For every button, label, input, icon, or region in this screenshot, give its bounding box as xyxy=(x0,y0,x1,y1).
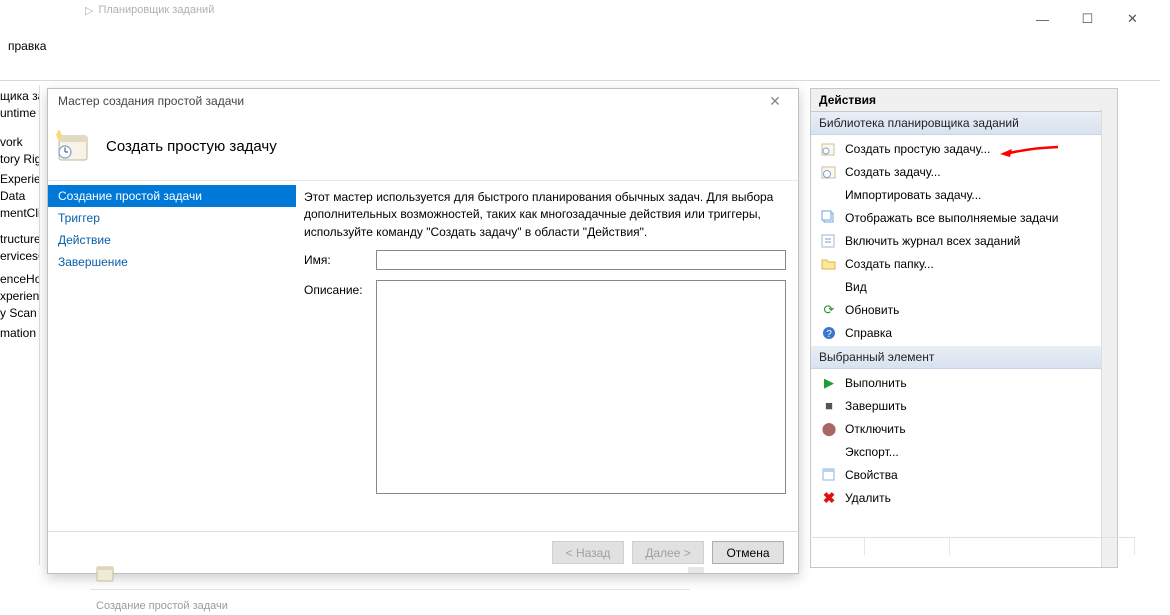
actions-panel: Действия Библиотека планировщика заданий… xyxy=(810,88,1118,568)
next-button[interactable]: Далее > xyxy=(632,541,704,564)
cancel-button[interactable]: Отмена xyxy=(712,541,784,564)
blank-icon xyxy=(821,279,837,295)
wizard-body: Создание простой задачи Триггер Действие… xyxy=(48,181,798,531)
tree-row[interactable]: Experienc xyxy=(0,170,39,187)
scrollbar[interactable] xyxy=(688,567,704,573)
task-icon xyxy=(821,164,837,180)
action-disable[interactable]: ⬤ Отключить xyxy=(811,417,1117,440)
action-create-task[interactable]: Создать задачу... xyxy=(811,160,1117,183)
app-tab: ▷ Планировщик заданий xyxy=(85,0,214,20)
back-button: < Назад xyxy=(552,541,624,564)
close-button[interactable]: ✕ xyxy=(1110,5,1155,33)
tree-row[interactable]: mation xyxy=(0,324,39,341)
tree-row[interactable]: tructure\ xyxy=(0,230,39,247)
wizard-footer: < Назад Далее > Отмена xyxy=(48,531,798,573)
tree-row[interactable]: vork xyxy=(0,133,39,150)
wizard-step-create[interactable]: Создание простой задачи xyxy=(48,185,296,207)
tree-row[interactable]: ervicesCl xyxy=(0,247,39,264)
folder-icon xyxy=(821,256,837,272)
action-view[interactable]: Вид ▶ xyxy=(811,275,1117,298)
menu-bar: правка xyxy=(0,35,1170,57)
task-icon xyxy=(96,565,114,583)
name-row: Имя: xyxy=(304,250,786,270)
description-input[interactable] xyxy=(376,280,786,494)
wizard-content: Этот мастер используется для быстрого пл… xyxy=(296,181,798,531)
action-delete[interactable]: ✖ Удалить xyxy=(811,486,1117,509)
blank-icon xyxy=(821,187,837,203)
action-help[interactable]: ? Справка xyxy=(811,321,1117,344)
tree-row[interactable]: enceHos xyxy=(0,270,39,287)
help-icon: ? xyxy=(821,325,837,341)
wizard-nav: Создание простой задачи Триггер Действие… xyxy=(48,181,296,531)
window-controls: — ☐ ✕ xyxy=(1020,5,1155,33)
actions-group-selected[interactable]: Выбранный элемент ▲ xyxy=(811,346,1117,369)
task-basic-icon xyxy=(821,141,837,157)
blank-icon xyxy=(821,444,837,460)
menu-help[interactable]: правка xyxy=(0,36,54,56)
wizard-step-trigger[interactable]: Триггер xyxy=(48,207,296,229)
disable-icon: ⬤ xyxy=(821,421,837,437)
stop-icon: ■ xyxy=(821,398,837,414)
description-row: Описание: xyxy=(304,280,786,494)
tree-row[interactable]: щика за xyxy=(0,87,39,104)
wizard-step-action[interactable]: Действие xyxy=(48,229,296,251)
tree-row[interactable]: mentCli xyxy=(0,204,39,221)
tree-row[interactable]: y Scan xyxy=(0,304,39,321)
play-icon: ▶ xyxy=(821,375,837,391)
wizard-step-finish[interactable]: Завершение xyxy=(48,251,296,273)
action-run[interactable]: ▶ Выполнить xyxy=(811,371,1117,394)
actions-scrollbar[interactable] xyxy=(1101,109,1117,567)
name-label: Имя: xyxy=(304,250,376,267)
tree-row[interactable]: tory Righ xyxy=(0,150,39,167)
actions-list-selected: ▶ Выполнить ■ Завершить ⬤ Отключить Эксп… xyxy=(811,369,1117,511)
properties-icon xyxy=(821,467,837,483)
tree-panel-slice: щика за untime vork tory Righ Experienc … xyxy=(0,85,40,565)
wizard-dialog: Мастер создания простой задачи ✕ Создать… xyxy=(47,88,799,574)
action-import-task[interactable]: Импортировать задачу... xyxy=(811,183,1117,206)
minimize-button[interactable]: — xyxy=(1020,5,1065,33)
actions-list: Создать простую задачу... Создать задачу… xyxy=(811,135,1117,346)
action-export[interactable]: Экспорт... xyxy=(811,440,1117,463)
status-bar xyxy=(810,537,1135,555)
action-refresh[interactable]: ⟳ Обновить xyxy=(811,298,1117,321)
wizard-header: Создать простую задачу xyxy=(48,113,798,181)
refresh-icon: ⟳ xyxy=(821,302,837,318)
task-wizard-icon xyxy=(56,130,90,164)
action-enable-history[interactable]: Включить журнал всех заданий xyxy=(811,229,1117,252)
description-label: Описание: xyxy=(304,280,376,297)
tree-row[interactable]: Data xyxy=(0,187,39,204)
running-tasks-icon xyxy=(821,210,837,226)
divider xyxy=(0,80,1160,81)
action-properties[interactable]: Свойства xyxy=(811,463,1117,486)
wizard-title-text: Мастер создания простой задачи xyxy=(58,94,244,108)
svg-text:?: ? xyxy=(826,329,832,340)
tree-row[interactable]: untime xyxy=(0,104,39,121)
action-create-basic-task[interactable]: Создать простую задачу... xyxy=(811,137,1117,160)
bottom-label: Создание простой задачи xyxy=(96,600,228,612)
delete-icon: ✖ xyxy=(821,490,837,506)
actions-group-library[interactable]: Библиотека планировщика заданий ▲ xyxy=(811,112,1117,135)
wizard-titlebar: Мастер создания простой задачи ✕ xyxy=(48,89,798,113)
action-show-running[interactable]: Отображать все выполняемые задачи xyxy=(811,206,1117,229)
wizard-close-icon[interactable]: ✕ xyxy=(760,93,790,110)
action-end[interactable]: ■ Завершить xyxy=(811,394,1117,417)
action-new-folder[interactable]: Создать папку... xyxy=(811,252,1117,275)
wizard-description: Этот мастер используется для быстрого пл… xyxy=(304,189,786,241)
wizard-heading: Создать простую задачу xyxy=(106,138,277,155)
maximize-button[interactable]: ☐ xyxy=(1065,5,1110,33)
name-input[interactable] xyxy=(376,250,786,270)
actions-panel-title: Действия xyxy=(811,89,1117,112)
separator xyxy=(90,589,690,590)
history-icon xyxy=(821,233,837,249)
tree-row[interactable]: xperienc xyxy=(0,287,39,304)
